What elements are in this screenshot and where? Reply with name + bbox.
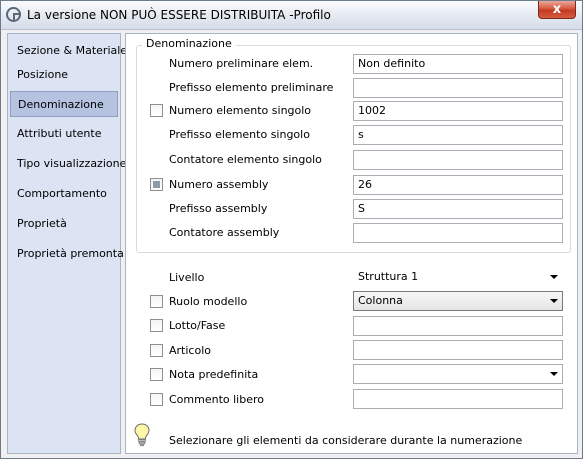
commento-libero-checkbox[interactable] xyxy=(150,393,163,406)
window-title: La versione NON PUÒ ESSERE DISTRIBUITA -… xyxy=(27,8,331,22)
denominazione-group xyxy=(136,45,571,253)
sidebar-item-sezione-materiale[interactable]: Sezione & Materiale xyxy=(10,38,127,64)
hint-text: Selezionare gli elementi da considerare … xyxy=(169,434,523,447)
livello-value: Struttura 1 xyxy=(358,270,419,283)
ruolo-modello-checkbox[interactable] xyxy=(150,295,163,308)
ruolo-modello-value: Colonna xyxy=(358,294,403,307)
close-button[interactable]: x xyxy=(538,1,576,19)
sidebar-item-attributi-utente[interactable]: Attributi utente xyxy=(10,121,118,147)
prefisso-assembly-field[interactable]: S xyxy=(353,199,563,219)
contatore-assembly-label: Contatore assembly xyxy=(169,226,280,239)
commento-libero-field[interactable] xyxy=(353,389,563,409)
articolo-field[interactable] xyxy=(353,340,563,360)
sidebar: Sezione & Materiale Posizione Denominazi… xyxy=(7,33,127,454)
main-panel: Denominazione Numero preliminare elem. N… xyxy=(125,33,578,454)
sidebar-item-tipo-visualizzazione[interactable]: Tipo visualizzazione xyxy=(10,151,126,177)
profile-dialog: La versione NON PUÒ ESSERE DISTRIBUITA -… xyxy=(0,0,583,459)
lotto-fase-checkbox[interactable] xyxy=(150,319,163,332)
lotto-fase-field[interactable] xyxy=(353,316,563,336)
app-logo-icon xyxy=(6,7,21,22)
lightbulb-icon xyxy=(134,423,150,447)
commento-libero-label: Commento libero xyxy=(169,393,264,406)
contatore-assembly-field[interactable] xyxy=(353,223,563,243)
sidebar-item-proprieta[interactable]: Proprietà xyxy=(10,211,118,237)
livello-dropdown[interactable]: Struttura 1 xyxy=(353,267,563,287)
prefisso-elemento-singolo-label: Prefisso elemento singolo xyxy=(169,128,310,141)
nota-predefinita-label: Nota predefinita xyxy=(169,368,259,381)
contatore-elemento-singolo-field[interactable] xyxy=(353,150,563,170)
sidebar-item-proprieta-premonta[interactable]: Proprietà premonta xyxy=(10,241,124,267)
articolo-label: Articolo xyxy=(169,344,211,357)
chevron-down-icon xyxy=(550,299,558,303)
chevron-down-icon xyxy=(550,275,558,279)
numero-assembly-label: Numero assembly xyxy=(169,178,269,191)
numero-elemento-singolo-checkbox[interactable] xyxy=(150,104,163,117)
group-title: Denominazione xyxy=(142,37,236,50)
nota-predefinita-dropdown[interactable] xyxy=(353,364,563,384)
sidebar-item-comportamento[interactable]: Comportamento xyxy=(10,181,118,207)
livello-label: Livello xyxy=(169,271,205,284)
chevron-down-icon xyxy=(550,372,558,376)
numero-assembly-field[interactable]: 26 xyxy=(353,175,563,195)
lotto-fase-label: Lotto/Fase xyxy=(169,319,226,332)
nota-predefinita-checkbox[interactable] xyxy=(150,368,163,381)
ruolo-modello-dropdown[interactable]: Colonna xyxy=(353,291,563,311)
ruolo-modello-label: Ruolo modello xyxy=(169,295,248,308)
numero-elemento-singolo-label: Numero elemento singolo xyxy=(169,104,312,117)
prefisso-assembly-label: Prefisso assembly xyxy=(169,202,268,215)
prefisso-preliminare-label: Prefisso elemento preliminare xyxy=(169,81,334,94)
numero-preliminare-field[interactable]: Non definito xyxy=(353,54,563,74)
contatore-elemento-singolo-label: Contatore elemento singolo xyxy=(169,153,322,166)
numero-preliminare-label: Numero preliminare elem. xyxy=(169,57,314,70)
sidebar-item-denominazione[interactable]: Denominazione xyxy=(10,91,118,117)
prefisso-preliminare-field[interactable] xyxy=(353,78,563,98)
articolo-checkbox[interactable] xyxy=(150,344,163,357)
numero-assembly-checkbox[interactable] xyxy=(150,178,163,191)
numero-elemento-singolo-field[interactable]: 1002 xyxy=(353,101,563,121)
title-bar[interactable]: La versione NON PUÒ ESSERE DISTRIBUITA -… xyxy=(1,1,582,30)
prefisso-elemento-singolo-field[interactable]: s xyxy=(353,125,563,145)
sidebar-item-posizione[interactable]: Posizione xyxy=(10,62,118,88)
